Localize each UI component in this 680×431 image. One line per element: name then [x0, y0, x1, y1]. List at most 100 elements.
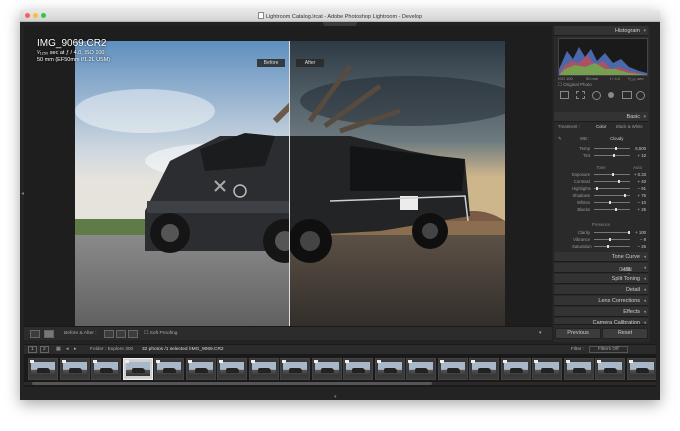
filmstrip-scrollbar[interactable] [24, 382, 656, 385]
effects-panel-header[interactable]: Effects ◂ [554, 307, 648, 317]
forward-arrow-icon[interactable]: ▸ [74, 347, 76, 352]
filmstrip-thumbnail[interactable] [563, 358, 594, 380]
grid-view-icon[interactable]: ▦ [56, 347, 61, 352]
histogram-header[interactable]: Histogram ▾ [554, 26, 648, 36]
slider-track[interactable] [594, 173, 630, 176]
source-label[interactable]: Folder : Explore 300 [90, 347, 133, 352]
slider-value[interactable]: + 100 [635, 230, 646, 235]
toolbar-menu-icon[interactable]: ▾ [539, 331, 541, 336]
detail-panel-header[interactable]: Detail ◂ [554, 285, 648, 295]
slider-temp[interactable]: Temp 6,500 [572, 146, 646, 151]
slider-knob[interactable] [609, 201, 612, 204]
slider-knob[interactable] [612, 173, 615, 176]
red-eye-icon[interactable] [608, 92, 614, 98]
slider-knob[interactable] [606, 245, 609, 248]
copy-after-to-before-button[interactable] [116, 330, 126, 338]
slider-track[interactable] [594, 208, 630, 211]
page-1-button[interactable]: 1 [28, 346, 37, 353]
slider-track[interactable] [594, 194, 630, 197]
slider-saturation[interactable]: Saturation − 26 [572, 244, 646, 249]
filmstrip-thumbnail[interactable] [28, 358, 58, 380]
photo-preview[interactable]: Before After [75, 41, 505, 337]
original-photo-checkbox[interactable]: ☐ Original Photo [558, 82, 592, 88]
slider-clarity[interactable]: Clarity + 100 [572, 230, 646, 235]
filmstrip-thumbnail[interactable] [122, 358, 153, 380]
filmstrip-thumbnail[interactable] [595, 358, 625, 380]
slider-track[interactable] [594, 187, 630, 190]
back-arrow-icon[interactable]: ◂ [66, 347, 68, 352]
filmstrip-thumbnail[interactable] [217, 358, 247, 380]
slider-tint[interactable]: Tint + 10 [572, 153, 646, 158]
slider-knob[interactable] [617, 180, 620, 183]
slider-knob[interactable] [609, 238, 612, 241]
slider-value[interactable]: 6,500 [635, 146, 646, 151]
slider-value[interactable]: + 10 [638, 153, 646, 158]
tone-curve-panel-header[interactable]: Tone Curve ◂ [554, 252, 648, 262]
slider-track[interactable] [594, 154, 630, 157]
reset-button[interactable]: Reset [602, 328, 648, 339]
split-toning-panel-header[interactable]: Split Toning ◂ [554, 274, 648, 284]
crop-icon[interactable] [576, 91, 585, 99]
loupe-view-button[interactable] [30, 330, 40, 338]
filmstrip-thumbnail[interactable] [437, 358, 468, 380]
slider-knob[interactable] [628, 231, 630, 234]
filmstrip-thumbnail[interactable] [500, 358, 531, 380]
spot-removal-icon[interactable] [592, 91, 601, 100]
slider-knob[interactable] [615, 147, 618, 150]
filmstrip-thumbnail[interactable] [374, 358, 405, 380]
slider-value[interactable]: − 26 [638, 244, 646, 249]
before-after-view-button[interactable] [44, 330, 54, 338]
slider-knob[interactable] [623, 194, 626, 197]
slider-track[interactable] [594, 180, 630, 183]
copy-before-to-after-button[interactable] [104, 330, 114, 338]
filmstrip-thumbnail[interactable] [343, 358, 373, 380]
slider-knob[interactable] [615, 208, 618, 211]
filmstrip-thumbnail[interactable] [280, 358, 310, 380]
slider-contrast[interactable]: Contrast + 40 [572, 179, 646, 184]
slider-vibrance[interactable]: Vibrance − 9 [572, 237, 646, 242]
tone-auto-button[interactable]: Auto [633, 165, 642, 170]
slider-value[interactable]: + 76 [638, 193, 646, 198]
slider-value[interactable]: − 9 [640, 237, 646, 242]
previous-button[interactable]: Previous [555, 328, 601, 339]
slider-exposure[interactable]: Exposure + 0.33 [572, 172, 646, 177]
camera-calibration-panel-header[interactable]: Camera Calibration ◂ [554, 318, 648, 326]
slider-value[interactable]: − 10 [638, 200, 646, 205]
slider-value[interactable]: + 40 [638, 179, 646, 184]
treatment-color-option[interactable]: Color [596, 124, 606, 129]
filmstrip-thumbnail[interactable] [248, 358, 279, 380]
slider-blacks[interactable]: Blacks + 25 [572, 207, 646, 212]
slider-whites[interactable]: Whites − 10 [572, 200, 646, 205]
filmstrip-thumbnail[interactable] [91, 358, 121, 380]
soft-proofing-checkbox[interactable]: ☐ Soft Proofing [144, 331, 177, 336]
filmstrip-thumbnail[interactable] [406, 358, 436, 380]
filmstrip-thumbnail[interactable] [59, 358, 90, 380]
slider-highlights[interactable]: Highlights − 91 [572, 186, 646, 191]
filmstrip-thumbnail[interactable] [185, 358, 216, 380]
slider-value[interactable]: − 91 [638, 186, 646, 191]
page-2-button[interactable]: 2 [40, 346, 49, 353]
swap-before-after-button[interactable] [128, 330, 138, 338]
slider-shadows[interactable]: Shadows + 76 [572, 193, 646, 198]
filmstrip-thumbnail[interactable] [311, 358, 342, 380]
slider-track[interactable] [594, 201, 630, 204]
filmstrip-thumbnail[interactable] [154, 358, 184, 380]
wb-dropdown[interactable]: Cloudy [610, 136, 623, 141]
slider-value[interactable]: + 25 [638, 207, 646, 212]
filmstrip-thumbnail[interactable] [469, 358, 499, 380]
graduated-filter-icon[interactable] [622, 91, 632, 99]
slider-value[interactable]: + 0.33 [634, 172, 646, 177]
grid-overlay-icon[interactable] [560, 91, 569, 99]
filter-dropdown[interactable]: Filters Off [589, 346, 628, 353]
bottom-panel-toggle-icon[interactable]: ▾ [334, 394, 337, 400]
filmstrip-scroll-thumb[interactable] [32, 382, 432, 385]
slider-knob[interactable] [612, 154, 615, 157]
radial-filter-icon[interactable] [636, 91, 645, 100]
filmstrip-thumbnail[interactable] [626, 358, 656, 380]
slider-track[interactable] [594, 231, 630, 234]
slider-track[interactable] [594, 245, 630, 248]
treatment-bw-option[interactable]: Black & White [616, 124, 643, 129]
lens-corrections-panel-header[interactable]: Lens Corrections ◂ [554, 296, 648, 306]
slider-track[interactable] [594, 147, 630, 150]
basic-panel-header[interactable]: Basic ▾ [554, 112, 648, 122]
